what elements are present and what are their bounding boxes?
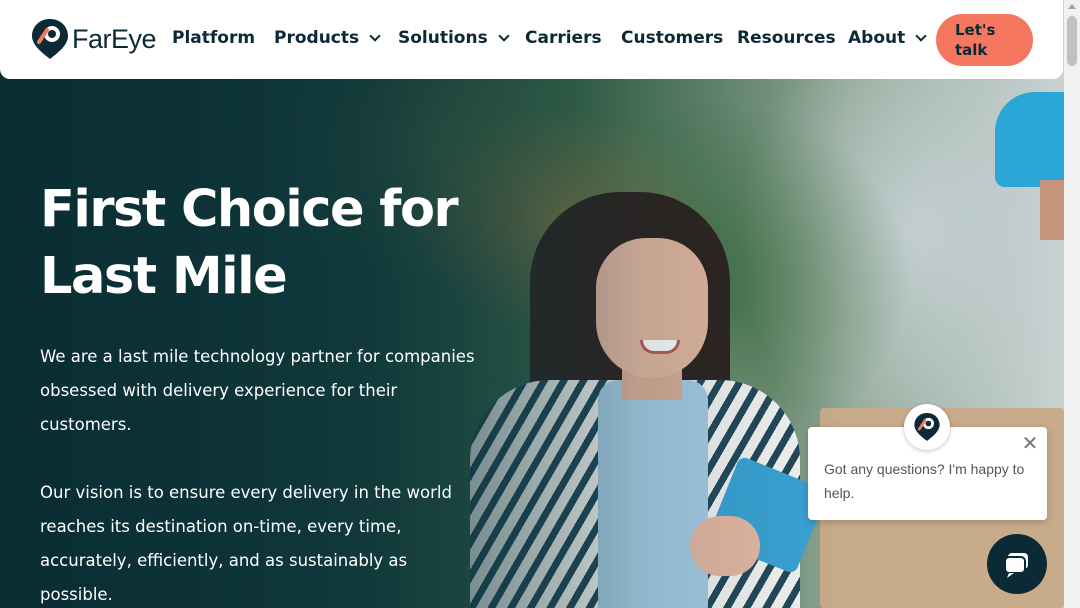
nav-products-label: Products [274,28,360,48]
logo-link[interactable]: FarEye [30,18,157,60]
hero-headline: First Choice for Last Mile [40,180,459,306]
hero-paragraph-1: We are a last mile technology partner fo… [40,347,475,434]
logo-pin-icon [32,19,68,59]
chevron-down-icon [915,30,927,42]
nav-platform-label: Platform [172,28,256,48]
logo-pin-icon [914,413,940,441]
page-scrollbar[interactable] [1064,0,1080,608]
nav-solutions[interactable]: Solutions [398,28,510,48]
chevron-down-icon [498,30,510,42]
nav-carriers-label: Carriers [525,28,602,48]
site-header: FarEye Platform Products Solutions Carri… [0,0,1063,79]
scroll-thumb[interactable] [1067,16,1077,66]
scroll-up-arrow-icon[interactable] [1068,4,1076,9]
chat-message: Got any questions? I'm happy to help. [824,461,1025,501]
hero-paragraph-2: Our vision is to ensure every delivery i… [40,483,452,604]
nav-carriers[interactable]: Carriers [525,28,602,48]
nav-platform[interactable]: Platform [172,28,255,48]
chevron-down-icon [369,30,381,42]
nav-about[interactable]: About [848,28,927,48]
close-icon[interactable]: ✕ [1020,433,1040,453]
nav-customers-label: Customers [621,28,724,48]
logo-text: FarEye [72,23,157,54]
nav-customers[interactable]: Customers [621,28,723,48]
chat-launcher-button[interactable] [987,534,1047,594]
nav-solutions-label: Solutions [398,28,488,48]
nav-resources-label: Resources [737,28,836,48]
lets-talk-button[interactable]: Let's talk [936,14,1033,66]
chat-bubble-icon [1004,553,1028,578]
nav-products[interactable]: Products [274,28,381,48]
nav-about-label: About [848,28,906,48]
chat-avatar [904,404,950,450]
nav-resources[interactable]: Resources [737,28,836,48]
